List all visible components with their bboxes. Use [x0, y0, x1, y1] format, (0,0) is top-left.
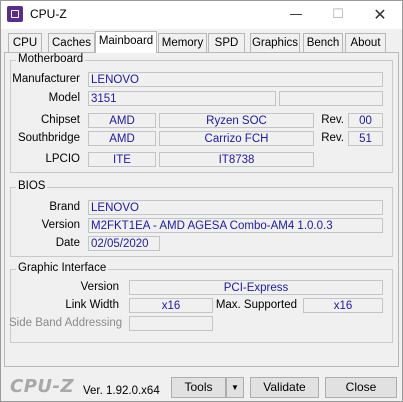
tab-memory[interactable]: Memory: [158, 33, 207, 52]
model-label: Model: [48, 92, 80, 104]
bios-date-label: Date: [55, 237, 80, 249]
max-supported-field: x16: [303, 298, 383, 313]
close-button[interactable]: Close: [325, 377, 397, 398]
motherboard-group-title: Motherboard: [16, 53, 86, 65]
max-supported-label: Max. Supported: [215, 299, 297, 311]
tab-about[interactable]: About: [345, 33, 386, 52]
gi-version-label: Version: [80, 281, 119, 293]
window-title: CPU-Z: [30, 7, 67, 21]
bios-brand-label: Brand: [49, 201, 80, 213]
cpuz-window: CPU-Z — ☐ ✕ CPU Caches Mainboard Memory …: [0, 0, 403, 402]
manufacturer-label: Manufacturer: [12, 73, 80, 85]
tab-mainboard[interactable]: Mainboard: [95, 31, 157, 53]
manufacturer-field: LENOVO: [88, 72, 383, 87]
tab-spd[interactable]: SPD: [208, 33, 245, 52]
version-text: Ver. 1.92.0.x64: [83, 385, 160, 397]
close-icon[interactable]: ✕: [359, 1, 401, 29]
bios-version-field: M2FKT1EA - AMD AGESA Combo-AM4 1.0.0.3: [88, 218, 383, 233]
validate-button[interactable]: Validate: [250, 377, 319, 398]
side-band-addressing-field: [129, 316, 213, 331]
graphic-interface-group-title: Graphic Interface: [16, 262, 109, 274]
chipset-name-field: Ryzen SOC: [159, 113, 314, 128]
gi-version-field: PCI-Express: [129, 280, 383, 295]
southbridge-rev-label: Rev.: [321, 132, 344, 144]
chipset-rev-label: Rev.: [321, 114, 344, 126]
model-extra-field: [279, 91, 383, 106]
link-width-label: Link Width: [65, 299, 119, 311]
title-bar[interactable]: CPU-Z — ☐ ✕: [1, 1, 402, 29]
side-band-addressing-label: Side Band Addressing: [9, 317, 123, 329]
southbridge-name-field: Carrizo FCH: [159, 131, 314, 146]
lpcio-name-field: IT8738: [159, 152, 314, 167]
tab-bar: CPU Caches Mainboard Memory SPD Graphics…: [1, 31, 402, 53]
southbridge-vendor-field: AMD: [88, 131, 156, 146]
tab-caches[interactable]: Caches: [48, 33, 95, 52]
cpuz-brand-logo: CPU-Z: [10, 376, 75, 397]
tools-dropdown-arrow-icon[interactable]: ▼: [226, 377, 244, 398]
bios-version-label: Version: [41, 219, 80, 231]
link-width-field: x16: [129, 298, 213, 313]
tab-bench[interactable]: Bench: [303, 33, 343, 52]
lpcio-vendor-field: ITE: [88, 152, 156, 167]
southbridge-label: Southbridge: [17, 132, 80, 144]
cpuz-app-icon: [7, 6, 23, 22]
maximize-icon[interactable]: ☐: [317, 1, 359, 29]
bios-brand-field: LENOVO: [88, 200, 383, 215]
bios-date-field: 02/05/2020: [88, 236, 160, 251]
tab-cpu[interactable]: CPU: [8, 33, 42, 52]
model-field: 3151: [88, 91, 276, 106]
chipset-rev-field: 00: [348, 113, 383, 128]
tab-graphics[interactable]: Graphics: [250, 33, 300, 52]
chipset-label: Chipset: [41, 114, 80, 126]
chipset-vendor-field: AMD: [88, 113, 156, 128]
tools-button[interactable]: Tools: [171, 377, 226, 398]
minimize-icon[interactable]: —: [275, 1, 317, 29]
lpcio-label: LPCIO: [45, 153, 80, 165]
southbridge-rev-field: 51: [348, 131, 383, 146]
bios-group-title: BIOS: [16, 180, 48, 192]
